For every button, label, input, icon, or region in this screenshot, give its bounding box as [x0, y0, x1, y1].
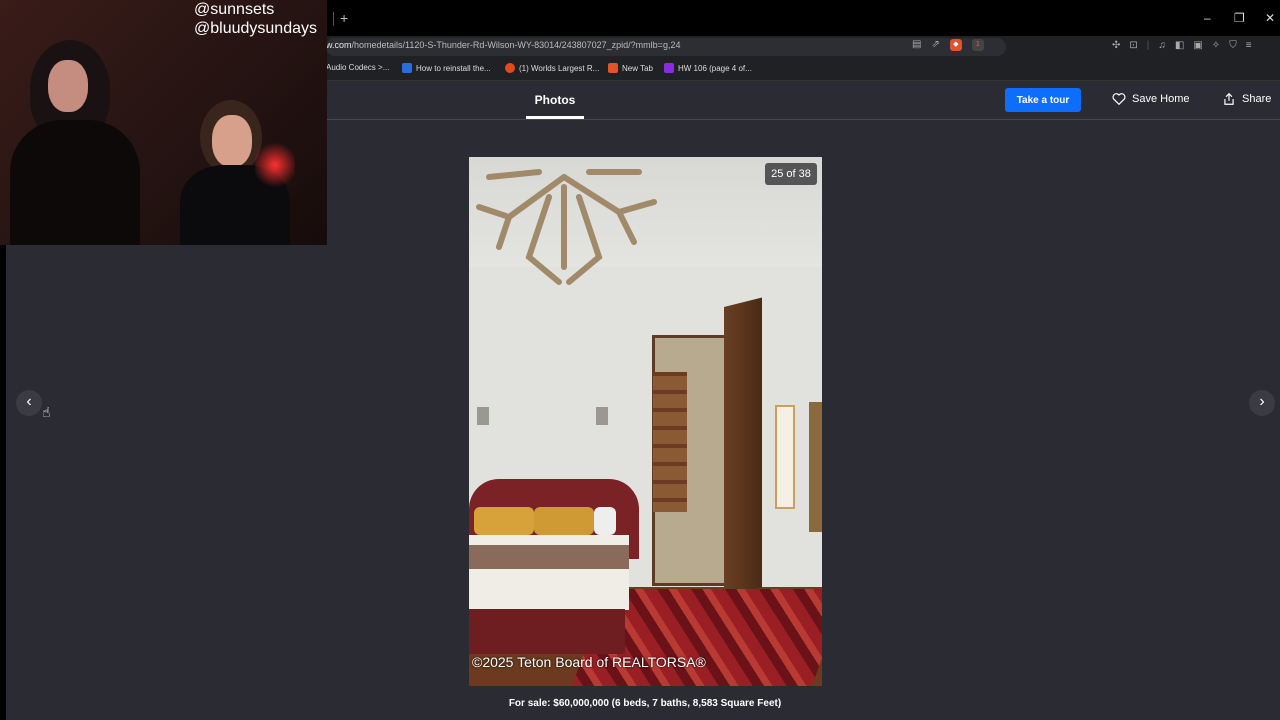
tab-photos[interactable]: Photos: [526, 81, 584, 119]
previous-photo-button[interactable]: ‹: [16, 390, 42, 416]
bookmark-favicon-icon: [402, 63, 412, 73]
restore-button[interactable]: ❐: [1234, 11, 1245, 25]
listing-caption: For sale: $60,000,000 (6 beds, 7 baths, …: [508, 698, 782, 709]
left-black-strip: [0, 245, 6, 720]
bookmark-label: HW 106 (page 4 of...: [678, 63, 752, 73]
photo-counter: 25 of 38: [765, 163, 817, 185]
next-photo-button[interactable]: ›: [1249, 390, 1275, 416]
address-bar-icons: ▤ ⇗ ◆ 1: [912, 39, 984, 51]
bookmark-favicon-icon: [505, 63, 515, 73]
webcam-red-light: [255, 140, 295, 190]
listing-photo[interactable]: ©2025 Teton Board of REALTORSA®: [469, 157, 822, 686]
toolbar-divider: |: [1146, 40, 1150, 51]
brave-rewards-icon[interactable]: 1: [971, 39, 984, 51]
brave-shields-icon[interactable]: ◆: [949, 39, 962, 51]
bookmark-item[interactable]: Audio Codecs >...: [326, 63, 389, 72]
webcam-overlay: @sunnsets @bluudysundays: [0, 0, 327, 245]
vpn-icon[interactable]: ⛉: [1229, 40, 1237, 52]
photo-copyright: ©2025 Teton Board of REALTORSA®: [472, 654, 706, 670]
share-button[interactable]: Share: [1222, 92, 1271, 106]
webcam-person-body: [10, 120, 140, 245]
bookmark-label: How to reinstall the...: [416, 63, 491, 73]
webcam-person-face: [48, 60, 88, 112]
close-window-button[interactable]: ✕: [1265, 11, 1275, 25]
photo-footboard: [469, 609, 625, 654]
bookmark-favicon-icon: [608, 63, 618, 73]
reader-mode-icon[interactable]: ▤: [912, 39, 921, 51]
url-text[interactable]: w.com/homedetails/1120-S-Thunder-Rd-Wils…: [326, 40, 680, 50]
url-host: w.com: [326, 40, 352, 50]
photo-pillow: [534, 507, 594, 535]
photo-pillow: [474, 507, 534, 535]
heart-icon: [1112, 93, 1126, 105]
photo-frame: [809, 402, 822, 532]
menu-icon[interactable]: ≡: [1246, 40, 1252, 52]
bookmark-label: New Tab: [622, 63, 653, 73]
leo-ai-icon[interactable]: ✧: [1212, 40, 1220, 52]
share-page-icon[interactable]: ⇗: [931, 39, 939, 51]
address-bar[interactable]: w.com/homedetails/1120-S-Thunder-Rd-Wils…: [326, 38, 1006, 56]
extensions-icon[interactable]: ✣: [1112, 40, 1120, 52]
url-path: /homedetails/1120-S-Thunder-Rd-Wilson-WY…: [351, 40, 681, 50]
new-tab-button[interactable]: +: [340, 10, 348, 26]
minimize-button[interactable]: –: [1204, 11, 1211, 25]
share-icon: [1224, 92, 1234, 105]
bookmark-favicon-icon: [664, 63, 674, 73]
webcam-person-face: [212, 115, 252, 167]
photo-sconce: [477, 407, 489, 425]
photo-bookshelf: [653, 372, 687, 512]
save-home-label: Save Home: [1132, 92, 1190, 105]
bookmark-item[interactable]: How to reinstall the...: [402, 63, 491, 73]
photo-pillow: [594, 507, 616, 535]
streamer-handle: @sunnsets: [194, 1, 275, 18]
tab-separator: [333, 12, 334, 26]
photo-window: [775, 405, 795, 509]
sidebar-icon[interactable]: ◧: [1175, 40, 1184, 52]
media-icon[interactable]: ♫: [1158, 40, 1166, 52]
bookmark-item[interactable]: HW 106 (page 4 of...: [664, 63, 752, 73]
bookmark-item[interactable]: (1) Worlds Largest R...: [505, 63, 599, 73]
browser-toolbar-right: ✣ ⊡ | ♫ ◧ ▣ ✧ ⛉ ≡: [1112, 40, 1252, 52]
bookmark-item[interactable]: New Tab: [608, 63, 653, 73]
hand-cursor-icon: ☝: [42, 404, 51, 420]
antler-chandelier-icon: [476, 169, 657, 285]
bookmark-label: Audio Codecs >...: [326, 63, 390, 72]
wallet-icon[interactable]: ▣: [1193, 40, 1202, 52]
take-a-tour-button[interactable]: Take a tour: [1005, 88, 1081, 112]
bookmark-label: (1) Worlds Largest R...: [519, 63, 600, 73]
save-home-button[interactable]: Save Home: [1112, 92, 1189, 105]
photo-sconce: [596, 407, 608, 425]
photo-door: [724, 297, 762, 597]
streamer-handle: @bluudysundays: [194, 20, 317, 37]
share-label: Share: [1242, 93, 1272, 105]
screenshot-icon[interactable]: ⊡: [1129, 40, 1137, 52]
photo-blanket: [469, 545, 629, 569]
